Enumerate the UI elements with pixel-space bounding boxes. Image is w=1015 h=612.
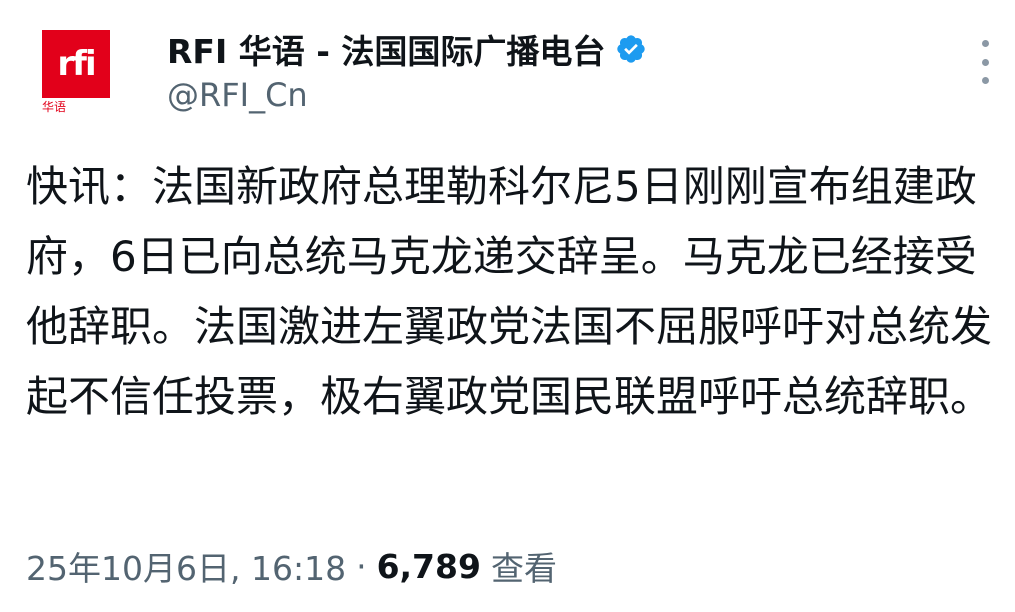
rfi-logo-subtitle: 华语 — [42, 100, 67, 114]
display-name[interactable]: RFI 华语 - 法国国际广播电台 — [167, 25, 605, 73]
views-label: 查看 — [490, 549, 557, 588]
more-vertical-icon[interactable] — [973, 40, 997, 84]
display-name-row: RFI 华语 - 法国国际广播电台 — [167, 26, 647, 72]
meta-separator: · — [356, 546, 367, 586]
more-dot — [981, 58, 989, 66]
tweet-meta: 25年10月6日, 16:18 · 6,789 查看 — [26, 540, 557, 592]
more-dot — [981, 40, 989, 47]
account-handle[interactable]: @RFI_Cn — [167, 76, 308, 114]
avatar[interactable]: rfi 华语 — [38, 26, 114, 120]
more-dot — [981, 77, 989, 84]
rfi-logo: rfi — [42, 30, 110, 98]
rfi-logo-text: rfi — [57, 44, 96, 84]
views-count: 6,789 — [376, 546, 481, 586]
verified-badge-icon — [617, 35, 646, 63]
tweet-timestamp[interactable]: 25年10月6日, 16:18 — [26, 542, 346, 590]
tweet-card: rfi 华语 RFI 华语 - 法国国际广播电台 @RFI_Cn 快讯：法国新政… — [0, 0, 1015, 612]
tweet-text: 快讯：法国新政府总理勒科尔尼5日刚刚宣布组建政府，6日已向总统马克龙递交辞呈。马… — [26, 162, 993, 421]
